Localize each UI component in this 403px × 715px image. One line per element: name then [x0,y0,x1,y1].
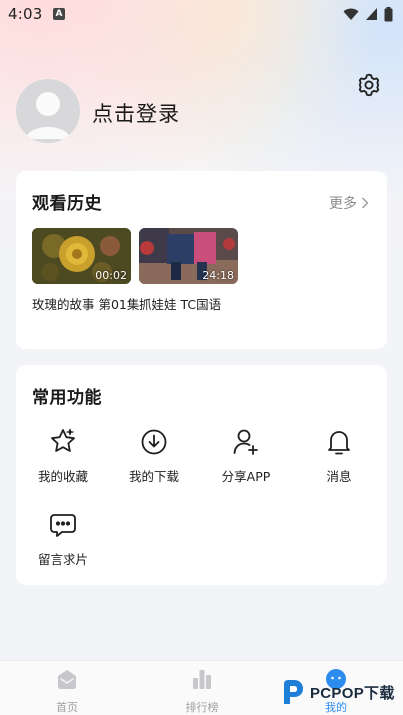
video-thumbnail[interactable]: 24:18 [139,228,238,284]
watermark: PCPOP下载 [280,678,395,706]
downloads-label: 我的下载 [128,469,179,484]
history-title: 观看历史 [32,194,102,214]
nav-ranking[interactable]: 排行榜 [172,667,232,715]
nav-ranking-label: 排行榜 [185,701,219,714]
favorites-label: 我的收藏 [37,469,88,484]
default-avatar-icon [26,92,70,139]
avatar[interactable] [16,79,80,143]
notification-icon: A [53,8,65,20]
downloads-button[interactable]: 我的下载 [114,427,194,485]
video-title[interactable]: 抓娃娃 TC国语 [139,295,249,314]
share-app-label: 分享APP [221,469,271,484]
watermark-text: PCPOP下载 [310,684,395,702]
home-icon [58,670,76,689]
settings-button[interactable] [356,72,382,98]
messages-label: 消息 [326,469,352,484]
message-icon [50,514,76,537]
bell-icon [328,431,350,455]
tools-title: 常用功能 [32,388,102,408]
gear-icon [358,73,380,97]
star-icon [51,428,75,452]
nav-home-label: 首页 [56,701,78,714]
signal-icon [366,8,377,20]
history-more-link[interactable]: 更多 [329,193,369,213]
more-label: 更多 [329,196,357,212]
video-thumbnail[interactable]: 00:02 [32,228,131,284]
tools-card: 常用功能 我的收藏 我的下载 分享APP 消息 留言求片 [16,365,387,585]
request-movie-button[interactable]: 留言求片 [23,510,103,568]
history-card: 观看历史 更多 00:02 玫瑰的故事 第01集 24:18 抓娃娃 TC国语 [16,171,387,349]
ranking-icon [193,670,211,689]
pcpop-logo-icon [284,680,303,704]
login-link[interactable]: 点击登录 [92,98,180,128]
share-app-button[interactable]: 分享APP [206,427,286,485]
share-user-icon [233,429,258,455]
video-duration: 24:18 [202,269,234,282]
messages-button[interactable]: 消息 [299,427,379,485]
status-time: 4:03 [8,5,43,23]
nav-home[interactable]: 首页 [37,667,97,715]
chevron-right-icon [362,197,369,209]
battery-icon [384,6,393,21]
video-title[interactable]: 玫瑰的故事 第01集 [32,295,142,314]
status-indicators [343,6,393,22]
status-bar: 4:03 A [0,0,403,28]
video-duration: 00:02 [95,269,127,282]
request-movie-label: 留言求片 [37,552,88,567]
wifi-icon [343,8,359,20]
download-icon [141,429,167,455]
favorites-button[interactable]: 我的收藏 [23,427,103,485]
